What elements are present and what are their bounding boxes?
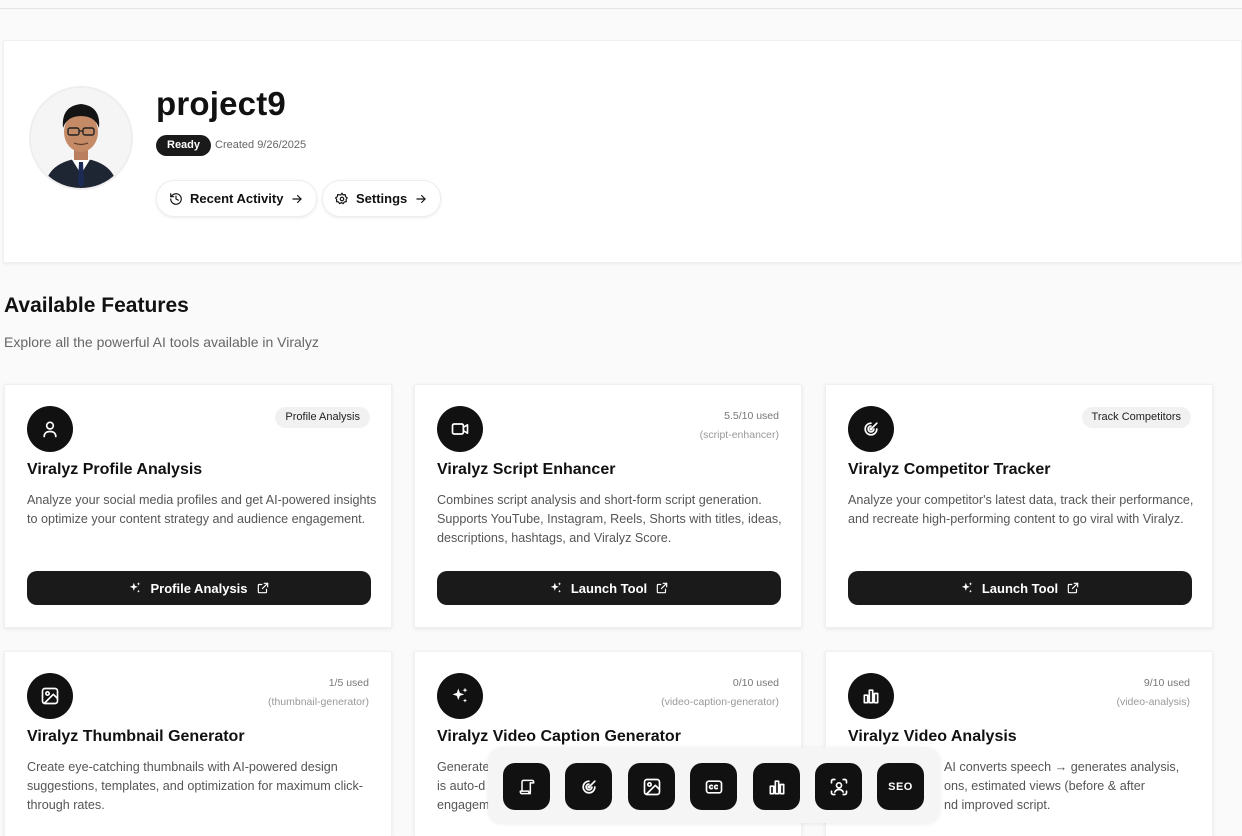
feature-card-script-enhancer: 5.5/10 used (script-enhancer) Viralyz Sc… [414,384,802,628]
description-line: nd improved script. [944,798,1051,812]
feature-icon [848,406,894,452]
button-label: Profile Analysis [150,580,248,596]
quick-tools-dock: SEO [488,747,940,823]
launch-tool-button[interactable]: Launch Tool [437,571,781,605]
arrow-right-icon [292,194,303,203]
button-label: Launch Tool [981,580,1059,596]
history-icon [170,192,182,205]
sparkles-icon [961,582,973,593]
profile-analysis-button[interactable]: Profile Analysis [27,571,371,605]
button-label: Launch Tool [570,580,648,596]
settings-label: Settings [356,191,408,206]
description-line: AI converts speech → generates analysis, [944,760,1180,774]
feature-icon [437,406,483,452]
external-link-icon [257,582,268,594]
user-icon [43,421,57,438]
tool-slug: (video-caption-generator) [661,696,779,708]
feature-icon [848,673,894,719]
recent-activity-button[interactable]: Recent Activity [156,180,318,217]
captions-icon [705,779,722,794]
tool-slug: (script-enhancer) [699,429,779,441]
scan-face-icon [830,778,847,795]
image-icon [643,778,660,795]
feature-card-thumbnail-generator: 1/5 used (thumbnail-generator) Viralyz T… [4,651,392,836]
feature-icon [27,406,73,452]
avatar-portrait [31,88,131,188]
section-subtitle: Explore all the powerful AI tools availa… [4,334,319,350]
project-header-card: project9 Ready Created 9/26/2025 Recent … [3,40,1242,263]
feature-tag: Profile Analysis [275,407,370,428]
feature-icon [437,673,483,719]
avatar [29,86,133,190]
radar-icon [581,779,596,794]
feature-description: Combines script analysis and short-form … [437,493,782,545]
status-badge: Ready [156,135,212,156]
arrow-right-icon [416,194,426,203]
feature-description: AI converts speech → generates analysis,… [944,758,1194,815]
top-divider [0,8,1242,9]
feature-tag: Track Competitors [1081,407,1191,428]
usage-counter: 9/10 used (video-analysis) [1116,674,1190,712]
usage-count: 9/10 used [1143,677,1190,689]
external-link-icon [1067,582,1079,594]
image-icon [41,687,59,705]
description-line: ons, estimated views (before & after [944,779,1145,793]
radar-icon [864,422,878,436]
dock-script-button[interactable] [503,763,550,810]
feature-title: Viralyz Profile Analysis [27,461,203,478]
feature-title: Viralyz Thumbnail Generator [27,728,245,745]
dock-analysis-button[interactable] [753,763,800,810]
feature-description: Analyze your competitor's latest data, t… [848,493,1194,526]
usage-count: 0/10 used [732,677,779,689]
feature-card-profile-analysis: Profile Analysis Viralyz Profile Analysi… [4,384,392,628]
feature-title: Viralyz Video Caption Generator [437,728,681,745]
bar-chart-icon [769,779,784,794]
created-date: Created 9/26/2025 [215,139,307,151]
usage-count: 1/5 used [328,677,369,689]
dock-thumbnail-button[interactable] [628,763,675,810]
seo-icon: SEO [888,780,913,793]
dock-competitor-button[interactable] [565,763,612,810]
feature-title: Viralyz Video Analysis [848,728,1017,745]
gear-icon [335,192,348,204]
feature-icon [27,673,73,719]
bar-chart-icon [863,689,879,704]
usage-counter: 0/10 used (video-caption-generator) [661,674,779,712]
tool-slug: (video-analysis) [1116,696,1190,708]
tool-slug: (thumbnail-generator) [268,696,369,708]
feature-title: Viralyz Script Enhancer [437,461,616,478]
feature-description: Create eye-catching thumbnails with AI-p… [27,760,363,812]
sparkles-icon [550,582,562,593]
launch-tool-button[interactable]: Launch Tool [848,571,1192,605]
dock-profile-button[interactable] [815,763,862,810]
recent-activity-label: Recent Activity [190,191,284,206]
feature-title: Viralyz Competitor Tracker [848,461,1051,478]
dock-captions-button[interactable] [690,763,737,810]
dock-seo-button[interactable]: SEO [877,763,924,810]
usage-counter: 1/5 used (thumbnail-generator) [268,674,369,712]
usage-counter: 5.5/10 used (script-enhancer) [700,407,779,445]
video-icon [451,423,469,435]
project-title: project9 [156,85,286,122]
sparkles-icon [130,582,141,593]
usage-count: 5.5/10 used [724,410,779,422]
external-link-icon [656,582,668,594]
feature-card-competitor-tracker: Track Competitors Viralyz Competitor Tra… [825,384,1213,628]
script-icon [519,779,534,794]
section-title: Available Features [4,294,189,317]
sparkles-icon [452,687,468,703]
settings-button[interactable]: Settings [322,180,442,217]
feature-description: Analyze your social media profiles and g… [27,493,377,526]
